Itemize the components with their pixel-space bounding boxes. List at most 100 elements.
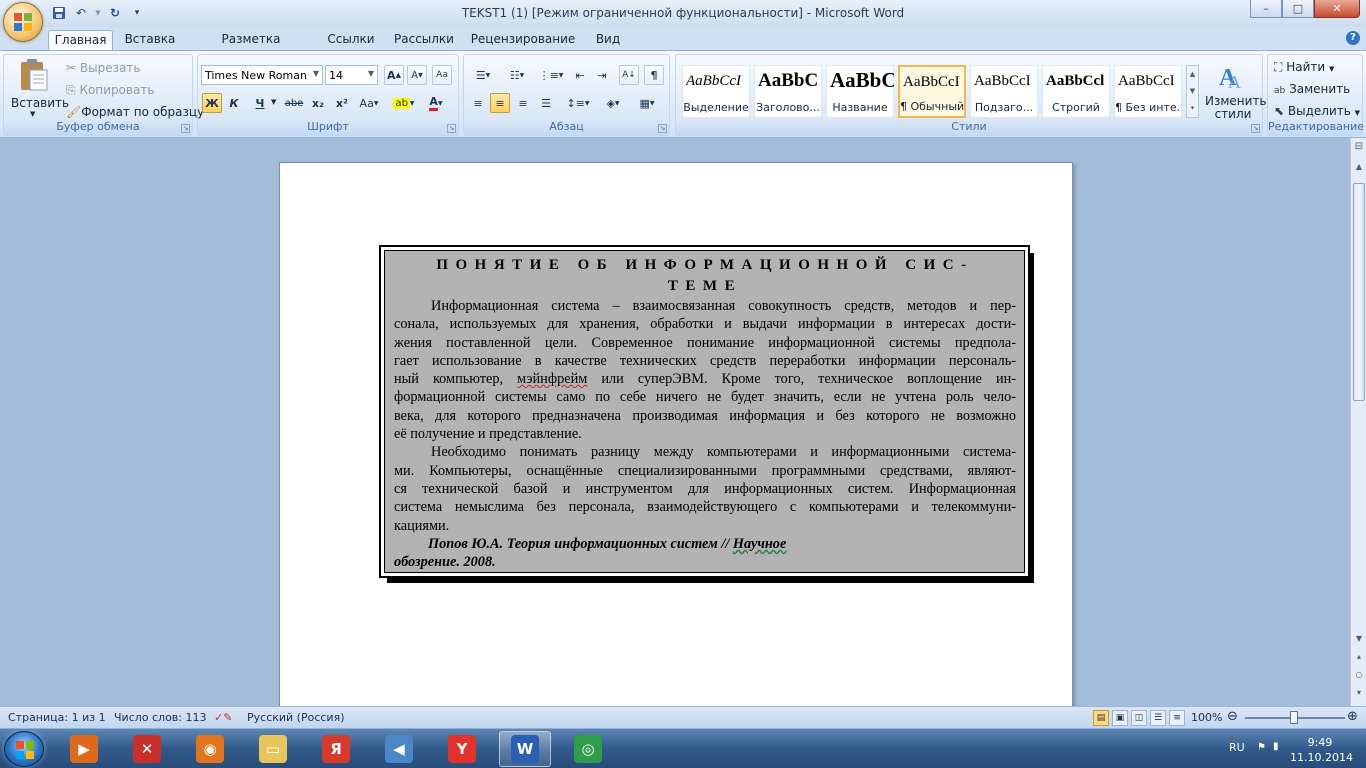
increase-indent-button[interactable]: ⇥	[592, 65, 612, 85]
select-button[interactable]: ⬉ Выделить ▼	[1274, 104, 1360, 118]
taskbar-app-button[interactable]: ▭	[247, 731, 299, 767]
full-screen-view-icon[interactable]: ▣	[1112, 710, 1128, 726]
align-left-button[interactable]: ≡	[468, 93, 488, 113]
next-page-icon[interactable]: ▾	[1352, 686, 1366, 700]
taskbar-app-button[interactable]: Y	[436, 731, 488, 767]
taskbar-app-button[interactable]: W	[499, 731, 551, 767]
vertical-scrollbar[interactable]: ⊟ ▲ ▼ ▴ ○ ▾	[1350, 138, 1366, 706]
underline-dropdown-icon[interactable]: ▼	[271, 98, 276, 106]
style-heading[interactable]: AaBbC Заголово...	[754, 65, 822, 118]
help-icon[interactable]: ?	[1346, 31, 1360, 45]
grow-font-button[interactable]: A ▲	[384, 65, 404, 85]
clear-format-button[interactable]: Aa	[432, 65, 452, 85]
scroll-down-icon[interactable]: ▼	[1352, 632, 1366, 646]
numbering-button[interactable]: ☷ ▼	[502, 65, 532, 85]
copy-button[interactable]: ⎘ Копировать	[66, 83, 154, 98]
strikethrough-button[interactable]: abe	[284, 93, 304, 113]
shrink-font-icon: A	[411, 69, 419, 81]
replace-button[interactable]: ab Заменить	[1274, 82, 1350, 96]
text-frame[interactable]: ПОНЯТИЕ ОБ ИНФОРМАЦИОННОЙ СИС- ТЕМЕ Инфо…	[379, 245, 1030, 578]
style-emphasis[interactable]: AaBbCcI Выделение	[682, 65, 750, 118]
taskbar-app-button[interactable]: ▶	[58, 731, 110, 767]
scroll-thumb[interactable]	[1353, 183, 1365, 401]
tab-home[interactable]: Главная	[48, 30, 113, 50]
tab-view[interactable]: Вид	[588, 30, 628, 50]
zoom-out-icon[interactable]: ⊖	[1227, 709, 1238, 724]
taskbar-app-button[interactable]: ✕	[121, 731, 173, 767]
start-button[interactable]	[4, 731, 44, 767]
decrease-indent-button[interactable]: ⇤	[570, 65, 590, 85]
outline-view-icon[interactable]: ☰	[1150, 710, 1166, 726]
borders-button[interactable]: ▦ ▼	[632, 93, 662, 113]
cut-button[interactable]: ✂ Вырезать	[66, 61, 140, 75]
proofing-icon[interactable]: ✓✎	[214, 711, 232, 724]
bullets-button[interactable]: ☰ ▼	[468, 65, 498, 85]
text-frame-body[interactable]: ПОНЯТИЕ ОБ ИНФОРМАЦИОННОЙ СИС- ТЕМЕ Инфо…	[384, 250, 1025, 573]
clock[interactable]: 9:49 11.10.2014	[1290, 735, 1353, 765]
highlight-button[interactable]: ab ▼	[390, 93, 418, 113]
maximize-button[interactable]: □	[1282, 0, 1314, 18]
font-launcher-icon[interactable]: ↘	[447, 124, 456, 133]
taskbar-app-button[interactable]: ◀	[373, 731, 425, 767]
font-size-combo[interactable]: 14 ▼	[325, 65, 378, 85]
tab-page-layout[interactable]: Разметка страницы	[190, 30, 312, 60]
taskbar-app-button[interactable]: ◉	[184, 731, 236, 767]
select-browse-object-icon[interactable]: ○	[1352, 668, 1366, 682]
page-count[interactable]: Страница: 1 из 1	[8, 711, 106, 724]
tab-mailings[interactable]: Рассылки	[390, 30, 458, 50]
web-layout-view-icon[interactable]: ◫	[1131, 710, 1147, 726]
italic-button[interactable]: К	[224, 93, 244, 113]
style-title[interactable]: AaBbC Название	[826, 65, 894, 118]
tab-review[interactable]: Рецензирование	[468, 30, 578, 50]
input-language[interactable]: RU	[1229, 741, 1245, 754]
underline-button[interactable]: Ч	[250, 93, 270, 113]
shading-button[interactable]: ◈ ▼	[598, 93, 628, 113]
taskbar-app-button[interactable]: Я	[310, 731, 362, 767]
change-styles-button[interactable]: A A Изменить стили	[1202, 59, 1267, 121]
change-case-button[interactable]: Aa ▼	[356, 93, 382, 113]
zoom-in-icon[interactable]: ⊕	[1347, 709, 1358, 724]
word-count[interactable]: Число слов: 113	[114, 711, 207, 724]
superscript-button[interactable]: x²	[332, 93, 352, 113]
tab-references[interactable]: Ссылки	[322, 30, 380, 50]
style-subtitle[interactable]: AaBbCcI Подзаго...	[970, 65, 1038, 118]
styles-scroll[interactable]: ▲ ▼ ▾	[1186, 65, 1199, 118]
zoom-level[interactable]: 100%	[1191, 711, 1222, 724]
bold-button[interactable]: Ж	[202, 93, 222, 113]
styles-launcher-icon[interactable]: ↘	[1251, 124, 1260, 133]
paragraph-launcher-icon[interactable]: ↘	[658, 124, 667, 133]
font-name-combo[interactable]: Times New Roman ▼	[201, 65, 323, 85]
tab-insert[interactable]: Вставка	[120, 30, 180, 50]
taskbar-app-button[interactable]: ◎	[562, 731, 614, 767]
format-painter-button[interactable]: 🖌Формат по образцу	[66, 105, 204, 119]
subscript-button[interactable]: x₂	[308, 93, 328, 113]
previous-page-icon[interactable]: ▴	[1352, 650, 1366, 664]
scroll-up-icon[interactable]: ▲	[1352, 160, 1366, 174]
justify-button[interactable]: ☰	[536, 93, 556, 113]
zoom-slider-thumb[interactable]	[1290, 711, 1298, 724]
line-spacing-button[interactable]: ↕≡ ▼	[563, 93, 593, 113]
shrink-font-button[interactable]: A ▼	[407, 65, 427, 85]
network-icon[interactable]: ▮	[1273, 741, 1285, 753]
language-indicator[interactable]: Русский (Россия)	[247, 711, 345, 724]
tray-flag-icon[interactable]: ⚑	[1257, 742, 1269, 754]
close-button[interactable]: ✕	[1314, 0, 1360, 18]
paste-button[interactable]: Вставить ▼	[8, 58, 69, 118]
style-strong[interactable]: AaBbCcl Строгий	[1042, 65, 1110, 118]
align-right-button[interactable]: ≡	[513, 93, 533, 113]
office-button[interactable]	[3, 2, 43, 42]
ruler-toggle-icon[interactable]: ⊟	[1352, 140, 1366, 154]
style-preview: AaBbCcI	[974, 73, 1031, 89]
draft-view-icon[interactable]: ≡	[1169, 710, 1185, 726]
font-color-button[interactable]: A ▼	[422, 93, 450, 113]
style-no-spacing[interactable]: AaBbCcI ¶ Без инте...	[1114, 65, 1182, 118]
style-normal[interactable]: AaBbCcI ¶ Обычный	[898, 65, 966, 118]
find-button[interactable]: ⛶ Найти ▼	[1274, 60, 1334, 75]
minimize-button[interactable]: –	[1250, 0, 1282, 18]
clipboard-launcher-icon[interactable]: ↘	[181, 124, 190, 133]
sort-button[interactable]: A↓	[619, 65, 639, 85]
show-marks-button[interactable]: ¶	[644, 65, 664, 85]
align-center-button[interactable]: ≡	[490, 93, 510, 113]
multilevel-list-button[interactable]: ⋮≡ ▼	[536, 65, 566, 85]
print-layout-view-icon[interactable]: ▤	[1093, 710, 1109, 726]
